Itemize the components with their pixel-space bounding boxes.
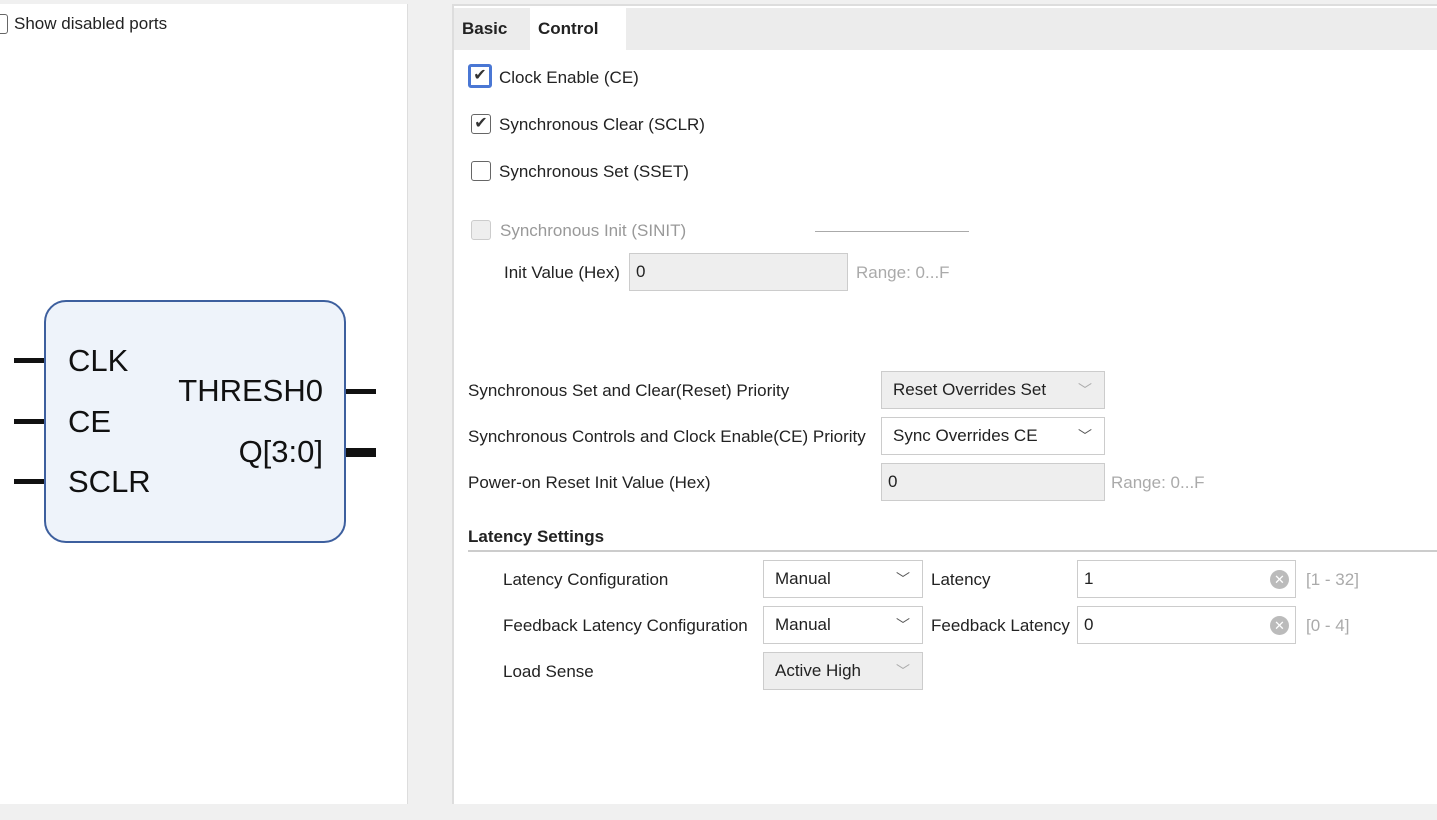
port-clk: CLK (68, 343, 129, 378)
chevron-down-icon: ﹀ (1078, 382, 1092, 398)
latency-range: [1 - 32] (1306, 570, 1359, 589)
set-clear-priority-label: Synchronous Set and Clear(Reset) Priorit… (468, 381, 790, 400)
sset-label: Synchronous Set (SSET) (499, 162, 689, 181)
separator (815, 231, 969, 232)
show-disabled-ports-label: Show disabled ports (14, 14, 168, 33)
pin-q (346, 448, 376, 457)
tab-basic[interactable]: Basic (454, 8, 515, 50)
pin-sclr (14, 479, 44, 484)
tab-control[interactable]: Control (530, 8, 626, 50)
section-divider (468, 550, 1437, 552)
init-value-range: Range: 0...F (856, 263, 950, 282)
load-sense-label: Load Sense (503, 662, 594, 681)
feedback-latency-range: [0 - 4] (1306, 616, 1350, 635)
selected-value: Manual (775, 615, 831, 634)
show-disabled-ports-checkbox[interactable] (0, 14, 8, 34)
power-on-init-label: Power-on Reset Init Value (Hex) (468, 473, 711, 492)
clock-enable-label: Clock Enable (CE) (499, 68, 639, 87)
selected-value: Manual (775, 569, 831, 588)
ce-priority-select[interactable]: Sync Overrides CE ﹀ (881, 417, 1105, 455)
sinit-label: Synchronous Init (SINIT) (500, 221, 687, 240)
feedback-config-select[interactable]: Manual ﹀ (763, 606, 923, 644)
ce-priority-label: Synchronous Controls and Clock Enable(CE… (468, 427, 866, 446)
port-q: Q[3:0] (238, 434, 323, 469)
feedback-config-label: Feedback Latency Configuration (503, 616, 748, 635)
set-clear-priority-select[interactable]: Reset Overrides Set ﹀ (881, 371, 1105, 409)
init-value-input[interactable]: 0 (629, 253, 848, 291)
init-value-label: Init Value (Hex) (504, 263, 620, 282)
latency-config-label: Latency Configuration (503, 570, 669, 589)
feedback-latency-value: 0 (1084, 615, 1094, 634)
load-sense-select[interactable]: Active High ﹀ (763, 652, 923, 690)
feedback-latency-input[interactable]: 0 ✕ (1077, 606, 1296, 644)
chevron-down-icon: ﹀ (896, 571, 910, 587)
clear-icon[interactable]: ✕ (1270, 616, 1289, 635)
chevron-down-icon: ﹀ (896, 617, 910, 633)
chevron-down-icon: ﹀ (896, 663, 910, 679)
selected-value: Active High (775, 661, 861, 680)
selected-value: Reset Overrides Set (893, 380, 1047, 399)
latency-label: Latency (931, 570, 991, 589)
pin-thresh0 (346, 389, 376, 394)
latency-settings-heading: Latency Settings (468, 527, 605, 546)
latency-input[interactable]: 1 ✕ (1077, 560, 1296, 598)
sset-checkbox[interactable] (471, 161, 491, 181)
sclr-checkbox[interactable]: ✔ (471, 114, 491, 134)
feedback-latency-label: Feedback Latency (931, 616, 1070, 635)
latency-value: 1 (1084, 569, 1094, 588)
sinit-checkbox[interactable] (471, 220, 491, 240)
port-thresh0: THRESH0 (178, 373, 323, 408)
port-ce: CE (68, 404, 112, 439)
tab-bar: Basic Control (454, 8, 1437, 50)
clock-enable-checkbox[interactable]: ✔ (468, 64, 492, 88)
selected-value: Sync Overrides CE (893, 426, 1038, 445)
chevron-down-icon: ﹀ (1078, 428, 1092, 444)
sclr-label: Synchronous Clear (SCLR) (499, 115, 705, 134)
port-sclr: SCLR (68, 464, 151, 499)
power-on-init-range: Range: 0...F (1111, 473, 1205, 492)
clear-icon[interactable]: ✕ (1270, 570, 1289, 589)
pin-clk (14, 358, 44, 363)
power-on-init-input[interactable]: 0 (881, 463, 1105, 501)
latency-config-select[interactable]: Manual ﹀ (763, 560, 923, 598)
pin-ce (14, 419, 44, 424)
